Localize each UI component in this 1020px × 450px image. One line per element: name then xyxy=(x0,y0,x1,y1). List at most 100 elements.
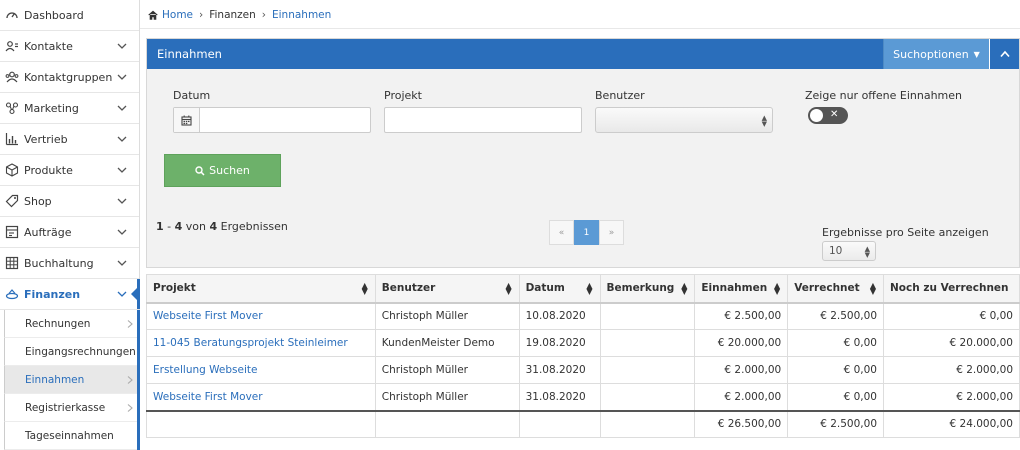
breadcrumb-home[interactable]: Home xyxy=(162,9,193,21)
projekt-link[interactable]: Erstellung Webseite xyxy=(153,364,257,376)
column-header-projekt[interactable]: Projekt ▲ ▼ xyxy=(146,274,376,304)
pagination-next[interactable]: » xyxy=(599,220,624,245)
projekt-link[interactable]: Webseite First Mover xyxy=(153,391,263,403)
search-options-button[interactable]: Suchoptionen ▼ xyxy=(883,39,989,69)
cell-noch-zu-verrechnen: € 2.000,00 xyxy=(883,356,1020,384)
column-header-einnahmen[interactable]: Einnahmen ▲ ▼ xyxy=(694,274,789,304)
sidebar-subitem-registrierkasse[interactable]: Registrierkasse xyxy=(4,394,137,422)
cell-verrechnet: € 2.500,00 xyxy=(787,302,884,330)
chevron-down-icon xyxy=(117,291,127,297)
sort-icon: ▲ ▼ xyxy=(774,281,781,296)
caret-down-icon: ▼ xyxy=(973,49,980,59)
header-label: Verrechnet xyxy=(794,282,860,295)
sort-icon: ▲ ▼ xyxy=(505,281,512,296)
column-header-noch-zu-verrechnen[interactable]: Noch zu Verrechnen xyxy=(883,274,1020,304)
chevron-down-icon xyxy=(117,74,127,80)
chevron-down-icon xyxy=(117,229,127,235)
sales-chart-icon xyxy=(4,131,20,147)
cell-benutzer: Christoph Müller xyxy=(374,383,520,411)
orders-icon xyxy=(4,224,20,240)
sort-icon: ▲ ▼ xyxy=(869,281,876,296)
sort-icon: ▲ ▼ xyxy=(361,281,368,296)
table-row: Erstellung Webseite Christoph Müller 31.… xyxy=(146,356,1020,384)
cell-projekt[interactable]: Webseite First Mover xyxy=(146,383,376,411)
cell-empty xyxy=(374,409,520,438)
search-options-label: Suchoptionen xyxy=(893,47,969,61)
header-label: Bemerkung xyxy=(606,282,675,295)
cell-empty xyxy=(146,409,376,438)
sidebar-item-label: Marketing xyxy=(24,101,79,115)
sidebar-item-kontaktgruppen[interactable]: Kontaktgruppen xyxy=(0,62,139,93)
dashboard-icon xyxy=(4,7,20,23)
cell-empty xyxy=(599,409,696,438)
cell-projekt[interactable]: Webseite First Mover xyxy=(146,302,376,330)
sidebar-item-label: Kontakte xyxy=(24,39,73,53)
sidebar-item-marketing[interactable]: Marketing xyxy=(0,93,139,124)
cell-noch-zu-verrechnen: € 20.000,00 xyxy=(883,329,1020,357)
sidebar-item-label: Dashboard xyxy=(24,8,84,22)
column-header-verrechnet[interactable]: Verrechnet ▲ ▼ xyxy=(787,274,884,304)
sidebar-item-dashboard[interactable]: Dashboard xyxy=(0,0,139,31)
search-panel: Einnahmen Suchoptionen ▼ Datum Projekt B… xyxy=(146,38,1020,268)
per-page-value: 10 xyxy=(829,245,843,257)
breadcrumb-finanzen[interactable]: Finanzen xyxy=(209,9,256,21)
cell-noch-zu-verrechnen: € 0,00 xyxy=(883,302,1020,330)
benutzer-label: Benutzer xyxy=(595,89,645,102)
column-header-bemerkung[interactable]: Bemerkung ▲ ▼ xyxy=(599,274,696,304)
projekt-field[interactable] xyxy=(384,107,582,133)
header-label: Noch zu Verrechnen xyxy=(890,282,1009,295)
home-icon xyxy=(148,10,158,20)
subitem-label: Einnahmen xyxy=(25,373,85,386)
sidebar-item-auftraege[interactable]: Aufträge xyxy=(0,217,139,248)
header-label: Datum xyxy=(525,282,565,295)
sort-icon: ▲ ▼ xyxy=(681,281,688,296)
collapse-button[interactable] xyxy=(989,39,1019,69)
column-header-datum[interactable]: Datum ▲ ▼ xyxy=(518,274,601,304)
breadcrumb: Home › Finanzen › Einnahmen xyxy=(148,7,331,23)
sidebar-item-vertrieb[interactable]: Vertrieb xyxy=(0,124,139,155)
close-icon: ✕ xyxy=(830,109,839,120)
benutzer-select[interactable]: ▲ ▼ xyxy=(595,107,773,133)
panel-header: Einnahmen Suchoptionen ▼ xyxy=(147,39,1019,69)
sidebar-item-kontakte[interactable]: Kontakte xyxy=(0,31,139,62)
offene-einnahmen-toggle[interactable]: ✕ xyxy=(808,107,848,124)
cell-projekt[interactable]: Erstellung Webseite xyxy=(146,356,376,384)
sidebar-item-produkte[interactable]: Produkte xyxy=(0,155,139,186)
sidebar-subitem-tageseinnahmen[interactable]: Tageseinnahmen xyxy=(4,422,137,450)
pagination-page-1[interactable]: 1 xyxy=(574,220,599,245)
sidebar-subitem-einnahmen[interactable]: Einnahmen xyxy=(4,366,137,394)
finance-icon xyxy=(4,286,20,302)
breadcrumb-separator: › xyxy=(199,9,204,21)
table-row: 11-045 Beratungsprojekt Steinleimer Kund… xyxy=(146,329,1020,357)
table-header-row: Projekt ▲ ▼ Benutzer ▲ ▼ Datum ▲ ▼ Bemerkung ▲ ▼… xyxy=(146,274,1020,304)
sidebar-item-label: Vertrieb xyxy=(24,132,68,146)
sidebar-subitem-rechnungen[interactable]: Rechnungen xyxy=(4,310,137,338)
cell-projekt[interactable]: 11-045 Beratungsprojekt Steinleimer xyxy=(146,329,376,357)
cell-verrechnet: € 0,00 xyxy=(787,383,884,411)
search-icon xyxy=(195,165,205,176)
calendar-icon[interactable] xyxy=(174,108,200,132)
projekt-link[interactable]: 11-045 Beratungsprojekt Steinleimer xyxy=(153,337,348,349)
cell-noch-zu-verrechnen: € 2.000,00 xyxy=(883,383,1020,411)
sidebar-item-label: Kontaktgruppen xyxy=(24,70,113,84)
divider xyxy=(140,28,1020,29)
sidebar-item-shop[interactable]: Shop xyxy=(0,186,139,217)
pagination: « 1 » xyxy=(549,220,624,245)
cell-datum: 19.08.2020 xyxy=(518,329,601,357)
projekt-link[interactable]: Webseite First Mover xyxy=(153,310,263,322)
sidebar-item-finanzen[interactable]: Finanzen xyxy=(0,279,140,310)
per-page-select[interactable]: 10 ▲ ▼ xyxy=(822,241,876,261)
column-header-benutzer[interactable]: Benutzer ▲ ▼ xyxy=(374,274,520,304)
chevron-up-icon xyxy=(999,50,1010,58)
pagination-prev[interactable]: « xyxy=(549,220,574,245)
sidebar-item-buchhaltung[interactable]: Buchhaltung xyxy=(0,248,139,279)
toggle-knob xyxy=(810,109,823,122)
datum-field[interactable] xyxy=(173,107,371,133)
cell-einnahmen: € 2.000,00 xyxy=(694,356,789,384)
search-button[interactable]: Suchen xyxy=(164,154,281,187)
cell-datum: 31.08.2020 xyxy=(518,356,601,384)
results-total: 4 xyxy=(209,220,218,233)
chevron-down-icon xyxy=(117,198,127,204)
cell-verrechnet: € 0,00 xyxy=(787,356,884,384)
sidebar-subitem-eingangsrechnungen[interactable]: Eingangsrechnungen xyxy=(4,338,137,366)
